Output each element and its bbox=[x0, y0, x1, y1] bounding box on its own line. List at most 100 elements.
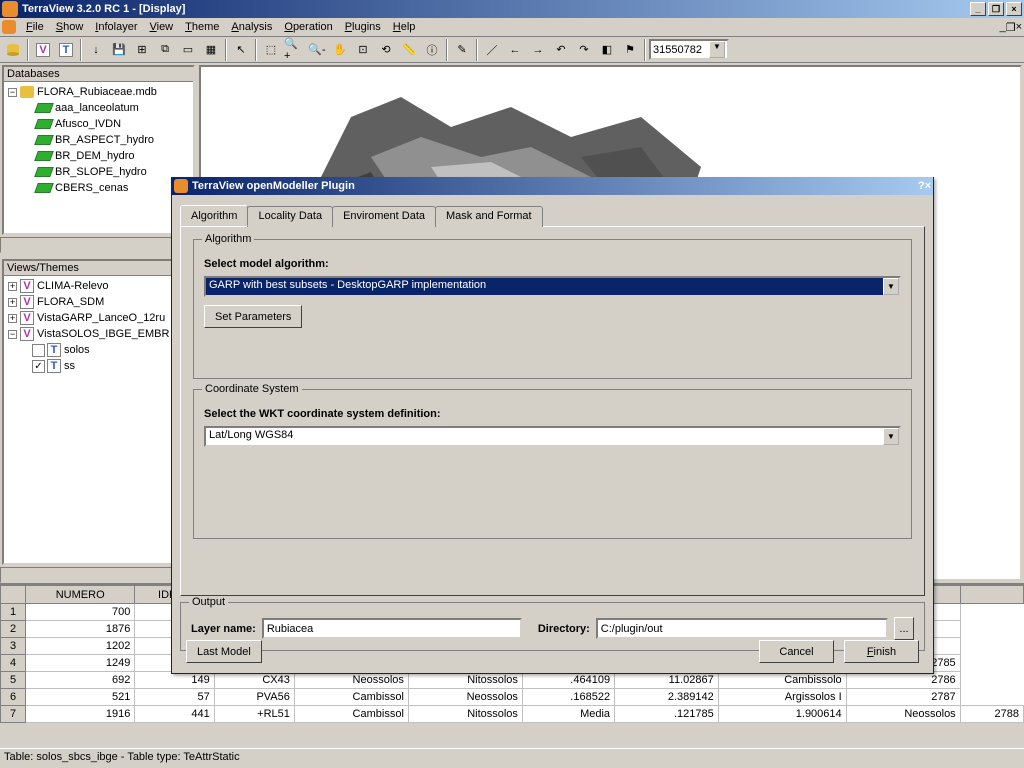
table-row[interactable]: 652157PVA56CambissolNeossolos.1685222.38… bbox=[1, 689, 1024, 706]
theme-checkbox[interactable]: ✓ bbox=[32, 360, 45, 373]
db-root[interactable]: − FLORA_Rubiaceae.mdb bbox=[6, 84, 191, 100]
dialog-help-button[interactable]: ? bbox=[918, 180, 925, 192]
views-scroll-h[interactable] bbox=[0, 567, 197, 583]
theme-item[interactable]: Tsolos bbox=[6, 342, 191, 358]
menu-help[interactable]: Help bbox=[387, 20, 422, 34]
theme-item[interactable]: ✓Tss bbox=[6, 358, 191, 374]
directory-input[interactable] bbox=[596, 618, 888, 639]
redo-icon[interactable]: ↷ bbox=[573, 39, 595, 61]
maximize-button[interactable]: ❐ bbox=[988, 2, 1004, 16]
menu-plugins[interactable]: Plugins bbox=[339, 20, 387, 34]
next-icon[interactable]: → bbox=[527, 39, 549, 61]
table-row[interactable]: 71916441+RL51CambissolNitossolosMedia.12… bbox=[1, 706, 1024, 723]
multi-window-icon[interactable]: ⧉ bbox=[154, 39, 176, 61]
menu-theme[interactable]: Theme bbox=[179, 20, 225, 34]
dialog-close-button[interactable]: × bbox=[925, 180, 931, 192]
column-header[interactable] bbox=[1, 586, 26, 604]
browse-button[interactable]: ... bbox=[894, 617, 914, 640]
table-cell: 692 bbox=[26, 672, 135, 689]
expand-icon[interactable]: + bbox=[8, 298, 17, 307]
table-cell: 521 bbox=[26, 689, 135, 706]
views-tree[interactable]: +VCLIMA-Relevo+VFLORA_SDM+VVistaGARP_Lan… bbox=[4, 276, 193, 563]
zoom-out-icon[interactable]: 🔍- bbox=[306, 39, 328, 61]
undo-icon[interactable]: ↶ bbox=[550, 39, 572, 61]
dialog-titlebar[interactable]: TerraView openModeller Plugin ? × bbox=[172, 177, 933, 195]
view-item[interactable]: +VFLORA_SDM bbox=[6, 294, 191, 310]
menu-infolayer[interactable]: Infolayer bbox=[89, 20, 143, 34]
view-item[interactable]: +VCLIMA-Relevo bbox=[6, 278, 191, 294]
scale-combo[interactable]: 31550782 ▼ bbox=[649, 39, 729, 60]
last-model-button[interactable]: Last Model bbox=[186, 640, 262, 663]
expand-icon[interactable]: − bbox=[8, 330, 17, 339]
cancel-button[interactable]: Cancel bbox=[759, 640, 834, 663]
expand-icon[interactable]: + bbox=[8, 282, 17, 291]
edit-icon[interactable]: ✎ bbox=[451, 39, 473, 61]
menu-view[interactable]: View bbox=[143, 20, 179, 34]
info-icon[interactable]: ⓘ bbox=[421, 39, 443, 61]
table-cell: +RL51 bbox=[214, 706, 294, 723]
layer-item[interactable]: BR_SLOPE_hydro bbox=[6, 164, 191, 180]
reset-icon[interactable]: ⟲ bbox=[375, 39, 397, 61]
layer-item[interactable]: BR_DEM_hydro bbox=[6, 148, 191, 164]
menu-show[interactable]: Show bbox=[50, 20, 90, 34]
layer-label: CBERS_cenas bbox=[55, 180, 128, 196]
tab-locality-data[interactable]: Locality Data bbox=[247, 206, 333, 227]
save-icon[interactable]: 💾 bbox=[108, 39, 130, 61]
chevron-down-icon[interactable]: ▼ bbox=[883, 428, 899, 445]
mdi-restore-button[interactable]: ❐ bbox=[1006, 21, 1016, 34]
db-name: FLORA_Rubiaceae.mdb bbox=[37, 84, 157, 100]
prev-icon[interactable]: ← bbox=[504, 39, 526, 61]
expand-icon[interactable]: + bbox=[8, 314, 17, 323]
layer-item[interactable]: CBERS_cenas bbox=[6, 180, 191, 196]
table-row[interactable]: 5692149CX43NeossolosNitossolos.46410911.… bbox=[1, 672, 1024, 689]
zoom-extent-icon[interactable]: ⊡ bbox=[352, 39, 374, 61]
select-icon[interactable]: ◧ bbox=[596, 39, 618, 61]
window-title: TerraView 3.2.0 RC 1 - [Display] bbox=[22, 3, 185, 15]
menu-analysis[interactable]: Analysis bbox=[225, 20, 278, 34]
db-scroll-h[interactable] bbox=[0, 237, 197, 253]
zoom-in-icon[interactable]: 🔍+ bbox=[283, 39, 305, 61]
coord-combo[interactable]: Lat/Long WGS84 ▼ bbox=[204, 426, 901, 447]
window-icon[interactable]: ▭ bbox=[177, 39, 199, 61]
view-icon[interactable]: V bbox=[32, 39, 54, 61]
column-header[interactable]: NUMERO bbox=[26, 586, 135, 604]
pan-icon[interactable]: ✋ bbox=[329, 39, 351, 61]
theme-icon[interactable]: T bbox=[55, 39, 77, 61]
grid-icon[interactable]: ▦ bbox=[200, 39, 222, 61]
minimize-button[interactable]: _ bbox=[970, 2, 986, 16]
set-parameters-button[interactable]: Set Parameters bbox=[204, 305, 302, 328]
coord-label: Select the WKT coordinate system definit… bbox=[204, 408, 901, 420]
measure-icon[interactable]: 📏 bbox=[398, 39, 420, 61]
chevron-down-icon[interactable]: ▼ bbox=[883, 278, 899, 295]
tab-environment-data[interactable]: Enviroment Data bbox=[332, 206, 436, 227]
flag-icon[interactable]: ⚑ bbox=[619, 39, 641, 61]
table-cell: CX43 bbox=[214, 672, 294, 689]
finish-button[interactable]: Finish bbox=[844, 640, 919, 663]
mdi-close-button[interactable]: × bbox=[1016, 21, 1022, 33]
menu-file[interactable]: File bbox=[20, 20, 50, 34]
tile-icon[interactable]: ⊞ bbox=[131, 39, 153, 61]
chevron-down-icon[interactable]: ▼ bbox=[709, 41, 725, 58]
layer-name-input[interactable] bbox=[262, 618, 522, 639]
table-cell: 1916 bbox=[26, 706, 135, 723]
tab-algorithm[interactable]: Algorithm bbox=[180, 205, 248, 226]
tab-mask-format[interactable]: Mask and Format bbox=[435, 206, 543, 227]
column-header[interactable] bbox=[960, 586, 1023, 604]
pointer-icon[interactable]: ↖ bbox=[230, 39, 252, 61]
layer-item[interactable]: Afusco_IVDN bbox=[6, 116, 191, 132]
draw-icon[interactable]: ／ bbox=[481, 39, 503, 61]
view-item[interactable]: +VVistaGARP_LanceO_12ru bbox=[6, 310, 191, 326]
table-cell: 149 bbox=[135, 672, 214, 689]
theme-checkbox[interactable] bbox=[32, 344, 45, 357]
view-item[interactable]: −VVistaSOLOS_IBGE_EMBR bbox=[6, 326, 191, 342]
menu-operation[interactable]: Operation bbox=[278, 20, 338, 34]
layer-item[interactable]: aaa_lanceolatum bbox=[6, 100, 191, 116]
databases-tree[interactable]: − FLORA_Rubiaceae.mdb aaa_lanceolatumAfu… bbox=[4, 82, 193, 233]
layer-item[interactable]: BR_ASPECT_hydro bbox=[6, 132, 191, 148]
zoom-area-icon[interactable]: ⬚ bbox=[260, 39, 282, 61]
database-icon[interactable] bbox=[2, 39, 24, 61]
import-icon[interactable]: ↓ bbox=[85, 39, 107, 61]
algorithm-combo[interactable]: GARP with best subsets - DesktopGARP imp… bbox=[204, 276, 901, 297]
collapse-icon[interactable]: − bbox=[8, 88, 17, 97]
close-button[interactable]: × bbox=[1006, 2, 1022, 16]
